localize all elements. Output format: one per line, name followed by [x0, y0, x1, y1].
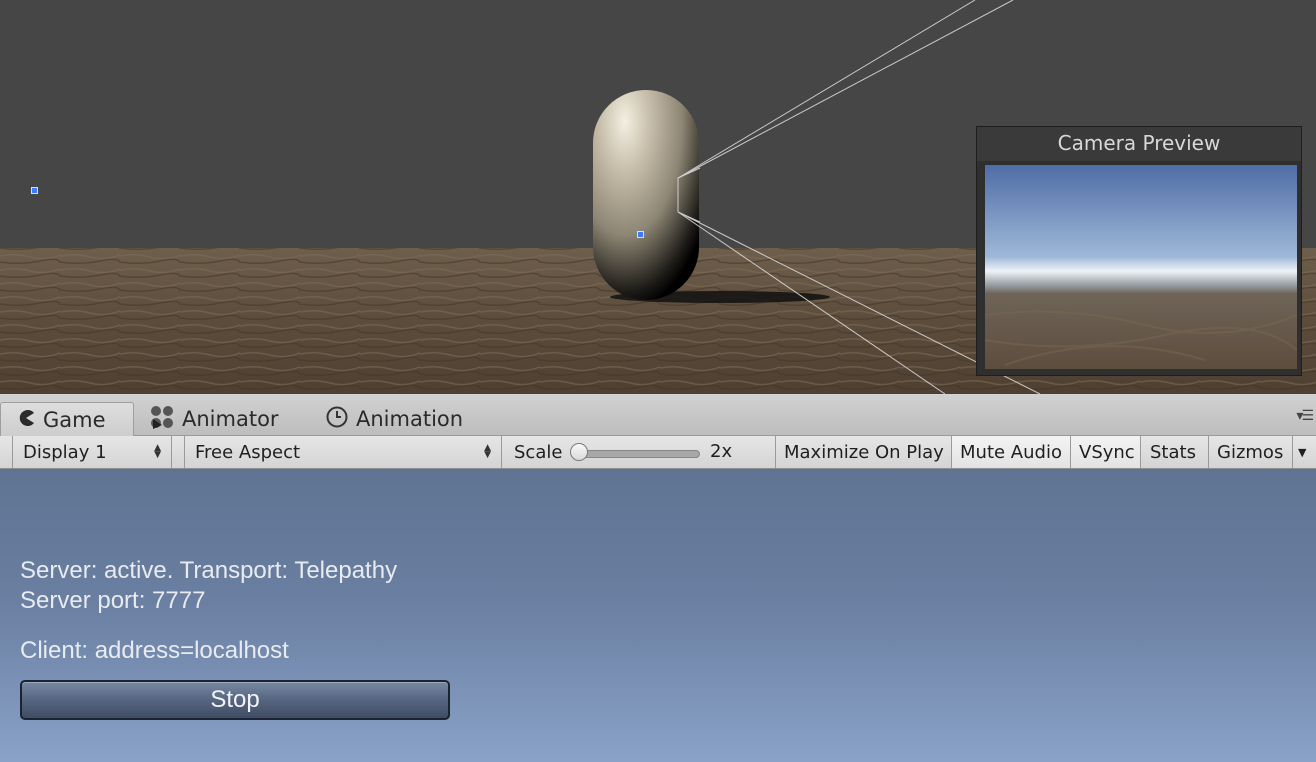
tab-bar: Game Animator Animation ▾☰	[0, 394, 1316, 436]
camera-preview-title: Camera Preview	[977, 127, 1301, 161]
selection-handle[interactable]	[637, 231, 644, 238]
tab-animator-label: Animator	[182, 407, 279, 431]
tab-animation-label: Animation	[356, 407, 464, 431]
capsule-player	[593, 90, 699, 300]
scene-view[interactable]: Camera Preview	[0, 0, 1316, 394]
scale-label: Scale	[514, 441, 563, 463]
server-status-text: Server: active. Transport: Telepathy	[20, 557, 398, 584]
pacman-icon	[17, 408, 35, 432]
maximize-on-play-toggle[interactable]: Maximize On Play	[776, 436, 952, 468]
display-dropdown[interactable]: Display 1 ▲ ▼	[12, 436, 172, 468]
chevron-down-icon: ▼	[1298, 445, 1307, 459]
server-port-text: Server port: 7777	[20, 587, 206, 614]
tab-game[interactable]: Game	[0, 402, 134, 436]
tab-animator[interactable]: Animator	[150, 402, 279, 436]
client-address-text: Client: address=localhost	[20, 637, 289, 664]
display-dropdown-label: Display 1	[23, 441, 107, 463]
scale-value: 2x	[710, 441, 733, 462]
mute-audio-toggle[interactable]: Mute Audio	[952, 436, 1071, 468]
game-view[interactable]: Server: active. Transport: Telepathy Ser…	[0, 469, 1316, 762]
game-toolbar: Display 1 ▲ ▼ Free Aspect ▲ ▼ Scale 2x Max…	[0, 436, 1316, 469]
scale-control: Scale 2x	[504, 436, 776, 468]
tab-game-label: Game	[43, 407, 106, 432]
updown-arrows-icon: ▲ ▼	[154, 443, 161, 460]
camera-preview: Camera Preview	[976, 126, 1302, 376]
scale-slider-thumb[interactable]	[570, 443, 588, 461]
maximize-on-play-label: Maximize On Play	[784, 441, 944, 463]
gizmos-dropdown-arrow[interactable]: ▼	[1293, 436, 1316, 468]
stats-toggle[interactable]: Stats	[1141, 436, 1209, 468]
selection-handle[interactable]	[31, 187, 38, 194]
scale-slider-track[interactable]	[580, 450, 700, 458]
gizmos-label: Gizmos	[1217, 441, 1284, 463]
aspect-dropdown-label: Free Aspect	[195, 441, 301, 463]
gizmos-toggle[interactable]: Gizmos	[1209, 436, 1293, 468]
mute-audio-label: Mute Audio	[960, 441, 1062, 463]
animator-icon	[150, 405, 174, 434]
stats-label: Stats	[1150, 441, 1196, 463]
camera-preview-image	[985, 165, 1297, 369]
stop-button[interactable]: Stop	[20, 680, 450, 720]
clock-icon	[326, 406, 348, 433]
aspect-dropdown[interactable]: Free Aspect ▲ ▼	[184, 436, 502, 468]
panel-menu-icon[interactable]: ▾☰	[1296, 408, 1314, 424]
vsync-label: VSync	[1079, 441, 1135, 463]
vsync-toggle[interactable]: VSync	[1071, 436, 1141, 468]
updown-arrows-icon: ▲ ▼	[484, 443, 491, 460]
tab-animation[interactable]: Animation	[326, 402, 463, 436]
